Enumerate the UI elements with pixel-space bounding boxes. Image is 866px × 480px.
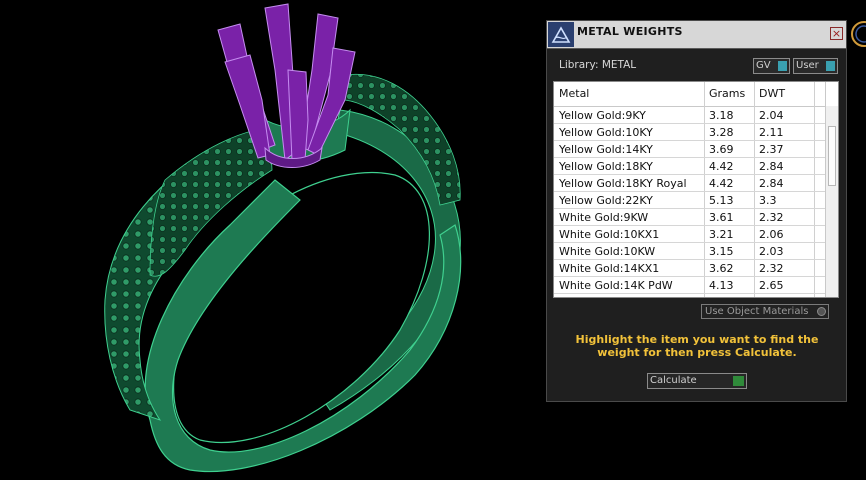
table-row[interactable]: Yellow Gold:22KY 5.13 3.3 [554,192,825,209]
table-row[interactable]: White Gold:14K PdW 4.13 2.65 [554,277,825,294]
metal-name: White Gold:14K PdW [559,279,673,292]
metal-name: Yellow Gold:14KY [559,143,653,156]
scrollbar-header-cell [825,82,838,106]
calculate-button[interactable]: Calculate [647,373,747,389]
grams-value: 3.69 [709,143,734,156]
table-row[interactable]: Yellow Gold:14KY 3.69 2.37 [554,141,825,158]
gv-label: GV [756,60,771,71]
user-indicator-icon [826,61,835,71]
grams-value: 3.15 [709,245,734,258]
metal-name: Yellow Gold:18KY [559,160,653,173]
column-header-grams[interactable]: Grams [709,87,745,100]
table-row[interactable]: Yellow Gold:18KY Royal 4.42 2.84 [554,175,825,192]
metal-name: White Gold:10KX1 [559,228,660,241]
scrollbar-thumb[interactable] [828,126,836,186]
dwt-value: 2.84 [759,177,784,190]
corner-ring-icon [851,21,866,47]
metal-name: White Gold:14KX1 [559,262,660,275]
grams-value: 5.13 [709,194,734,207]
table-row[interactable]: Yellow Gold:10KY 3.28 2.11 [554,124,825,141]
instruction-text: Highlight the item you want to find the … [575,333,819,359]
table-row[interactable]: White Gold:10KX1 3.21 2.06 [554,226,825,243]
grams-value: 3.21 [709,228,734,241]
dwt-value: 2.65 [759,279,784,292]
metal-table[interactable]: Metal Grams DWT Yellow Gold:9KY 3.18 2.04 … [553,81,839,298]
close-button[interactable]: × [830,27,843,40]
column-header-dwt[interactable]: DWT [759,87,785,100]
dwt-value: 2.11 [759,126,784,139]
user-toggle-button[interactable]: User [793,58,838,74]
metal-name: Yellow Gold:10KY [559,126,653,139]
gv-indicator-icon [778,61,787,71]
grams-value: 3.18 [709,109,734,122]
dwt-value: 2.04 [759,109,784,122]
table-row[interactable]: White Gold:10KW 3.15 2.03 [554,243,825,260]
metal-name: White Gold:9KW [559,211,649,224]
grams-value: 3.62 [709,262,734,275]
metal-weights-panel: METAL WEIGHTS × Library: METAL GV User M… [546,20,847,402]
grams-value: 4.42 [709,160,734,173]
panel-title: METAL WEIGHTS [577,25,683,38]
dwt-value: 2.32 [759,211,784,224]
metal-name: Yellow Gold:9KY [559,109,646,122]
table-body: Yellow Gold:9KY 3.18 2.04 Yellow Gold:10KY… [554,107,825,294]
user-label: User [796,60,819,71]
table-row[interactable]: White Gold:14KX1 3.62 2.32 [554,260,825,277]
calculate-label: Calculate [650,375,697,386]
table-row[interactable]: Yellow Gold:9KY 3.18 2.04 [554,107,825,124]
app-logo-icon [548,22,574,47]
metal-name: Yellow Gold:22KY [559,194,653,207]
grams-value: 3.28 [709,126,734,139]
table-scrollbar[interactable] [825,106,838,297]
dwt-value: 2.06 [759,228,784,241]
gv-toggle-button[interactable]: GV [753,58,790,74]
grams-value: 4.13 [709,279,734,292]
table-row[interactable]: White Gold:9KW 3.61 2.32 [554,209,825,226]
ring-model [104,3,462,473]
metal-name: Yellow Gold:18KY Royal [559,177,687,190]
panel-titlebar[interactable]: METAL WEIGHTS × [547,21,846,49]
dwt-value: 2.32 [759,262,784,275]
column-header-metal[interactable]: Metal [559,87,589,100]
dwt-value: 2.37 [759,143,784,156]
use-object-materials-label: Use Object Materials [705,306,809,317]
table-header: Metal Grams DWT [554,82,825,107]
play-arrow-icon [733,376,744,386]
grams-value: 3.61 [709,211,734,224]
toggle-indicator-icon [817,307,826,316]
grams-value: 4.42 [709,177,734,190]
dwt-value: 2.03 [759,245,784,258]
use-object-materials-toggle[interactable]: Use Object Materials [701,304,829,319]
library-label: Library: METAL [559,59,637,71]
metal-name: White Gold:10KW [559,245,656,258]
dwt-value: 3.3 [759,194,777,207]
table-row[interactable]: Yellow Gold:18KY 4.42 2.84 [554,158,825,175]
dwt-value: 2.84 [759,160,784,173]
